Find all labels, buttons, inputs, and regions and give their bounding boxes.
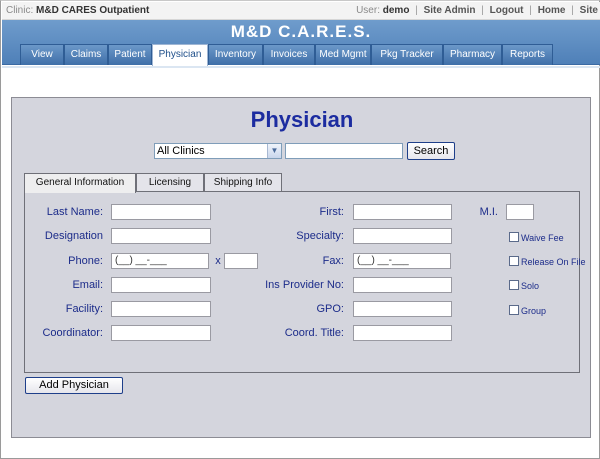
current-clinic: Clinic: M&D CARES Outpatient (6, 5, 149, 16)
tab-claims[interactable]: Claims (64, 44, 108, 65)
release-on-file-label: Release On File (521, 257, 586, 267)
search-input[interactable] (285, 143, 403, 159)
waive-fee-checkbox[interactable] (509, 232, 519, 242)
gpo-field[interactable] (353, 301, 452, 317)
first-name-field[interactable] (353, 204, 452, 220)
logout-link[interactable]: Logout (490, 5, 524, 16)
ins-provider-label: Ins Provider No: (265, 279, 344, 291)
general-information-form: Last Name: Designation Phone: (__) __-__… (24, 191, 586, 373)
header-underline (2, 66, 600, 68)
user-label: User: (356, 5, 380, 16)
separator: | (571, 5, 574, 16)
last-name-label: Last Name: (46, 206, 103, 218)
gpo-label: GPO: (316, 303, 344, 315)
phone-label: Phone: (68, 255, 103, 267)
designation-field[interactable] (111, 228, 211, 244)
home-link[interactable]: Home (538, 5, 566, 16)
user-name: demo (382, 5, 410, 16)
last-name-field[interactable] (111, 204, 211, 220)
app-title: M&D C.A.R.E.S. (230, 22, 372, 41)
top-status-bar: Clinic: M&D CARES Outpatient User: demo … (2, 2, 600, 20)
phone-field[interactable]: (__) __-___ (111, 253, 209, 269)
facility-label: Facility: (65, 303, 103, 315)
tab-med-mgmt[interactable]: Med Mgmt (315, 44, 371, 65)
search-button[interactable]: Search (407, 142, 455, 160)
tab-invoices[interactable]: Invoices (263, 44, 315, 65)
clinic-label: Clinic: (6, 5, 34, 16)
app-window: Clinic: M&D CARES Outpatient User: demo … (0, 0, 600, 459)
ins-provider-field[interactable] (353, 277, 452, 293)
site-link[interactable]: Site (580, 5, 598, 16)
release-on-file-checkbox[interactable] (509, 256, 519, 266)
group-checkbox[interactable] (509, 305, 519, 315)
coordinator-label: Coordinator: (42, 327, 103, 339)
ext-label: x (215, 255, 221, 267)
physician-panel: Physician All Clinics ▼ Search General I… (11, 97, 591, 438)
separator: | (529, 5, 532, 16)
coord-title-label: Coord. Title: (284, 327, 344, 339)
email-field[interactable] (111, 277, 211, 293)
tab-licensing[interactable]: Licensing (136, 173, 204, 192)
clinic-name: M&D CARES Outpatient (36, 5, 150, 16)
site-admin-link[interactable]: Site Admin (424, 5, 476, 16)
tab-reports[interactable]: Reports (502, 44, 553, 65)
coordinator-field[interactable] (111, 325, 211, 341)
tab-general-information[interactable]: General Information (24, 173, 136, 193)
fax-field[interactable]: (__) __-___ (353, 253, 451, 269)
first-name-label: First: (319, 206, 344, 218)
separator: | (415, 5, 418, 16)
clinic-select-value: All Clinics (157, 145, 205, 157)
facility-field[interactable] (111, 301, 211, 317)
tab-view[interactable]: View (20, 44, 64, 65)
separator: | (481, 5, 484, 16)
middle-initial-label: M.I. (479, 206, 498, 218)
solo-label: Solo (521, 281, 540, 291)
specialty-label: Specialty: (296, 230, 344, 242)
solo-checkbox[interactable] (509, 280, 519, 290)
email-label: Email: (72, 279, 103, 291)
tab-patient[interactable]: Patient (108, 44, 152, 65)
user-links: User: demo | Site Admin | Logout | Home … (356, 5, 598, 16)
add-physician-button[interactable]: Add Physician (25, 377, 123, 394)
group-label: Group (521, 306, 547, 316)
designation-label: Designation (44, 230, 103, 242)
tab-shipping-info[interactable]: Shipping Info (204, 173, 282, 192)
clinic-select[interactable]: All Clinics ▼ (154, 143, 282, 159)
tab-inventory[interactable]: Inventory (208, 44, 263, 65)
tab-physician[interactable]: Physician (152, 44, 208, 66)
app-header: M&D C.A.R.E.S. View Claims Patient Physi… (2, 20, 600, 66)
page-title: Physician (250, 107, 354, 132)
middle-initial-field[interactable] (506, 204, 534, 220)
tab-pharmacy[interactable]: Pharmacy (443, 44, 502, 65)
waive-fee-label: Waive Fee (521, 233, 564, 243)
coord-title-field[interactable] (353, 325, 452, 341)
specialty-field[interactable] (353, 228, 452, 244)
chevron-down-icon[interactable]: ▼ (267, 144, 281, 158)
fax-label: Fax: (322, 255, 344, 267)
tab-pkg-tracker[interactable]: Pkg Tracker (371, 44, 443, 65)
